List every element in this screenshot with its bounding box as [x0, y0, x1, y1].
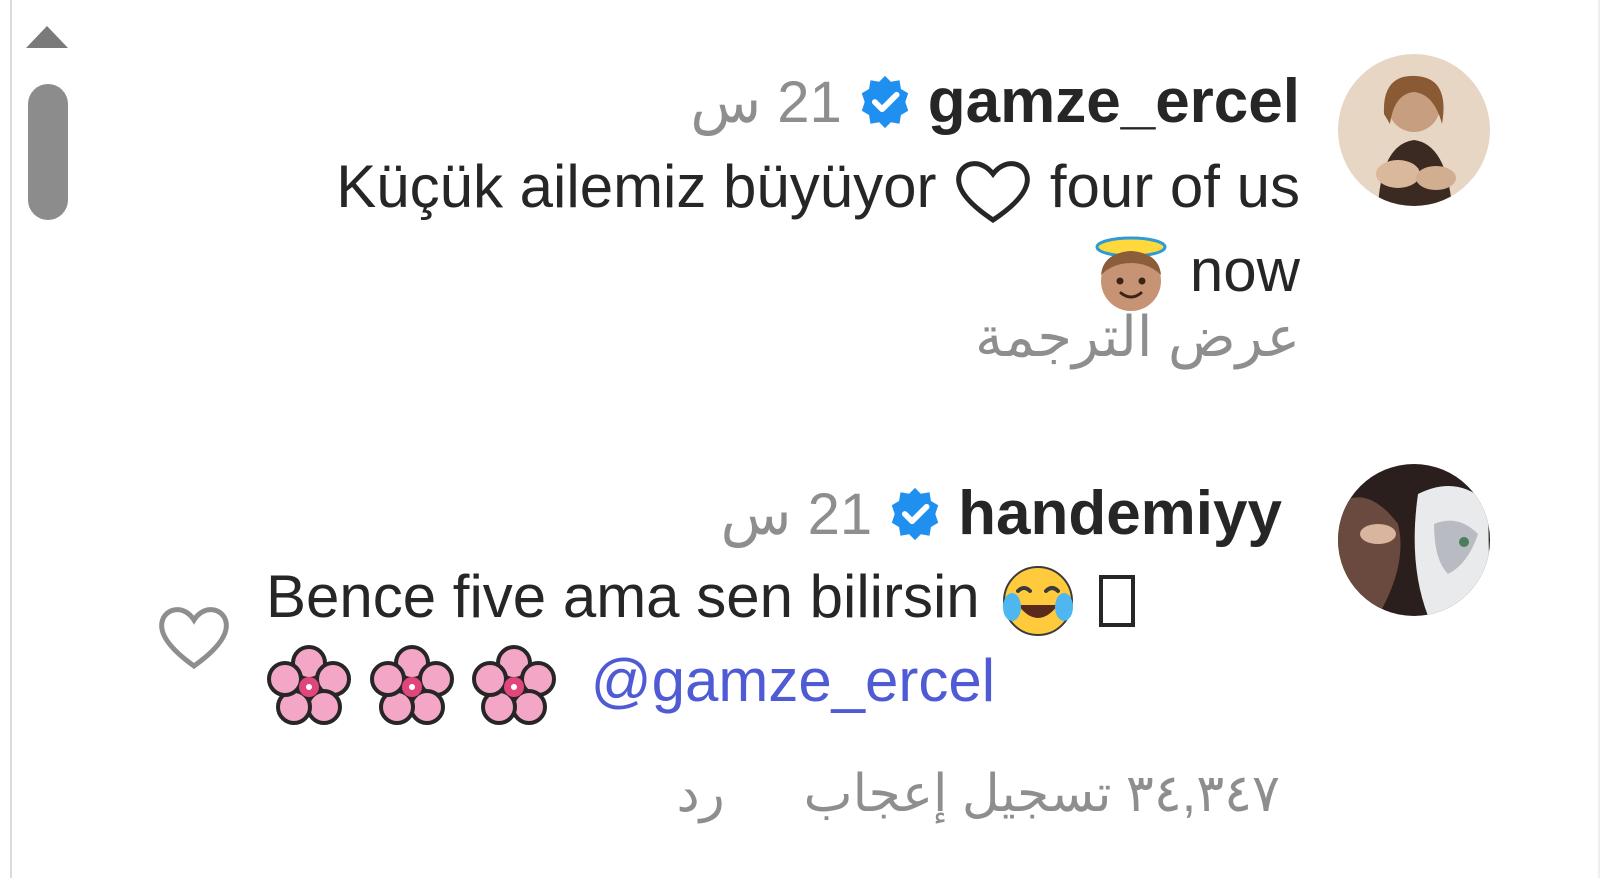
- likes-label[interactable]: تسجيل إعجاب: [804, 765, 1112, 823]
- panel-left-border: [10, 0, 12, 878]
- comment-text-now: now: [1189, 237, 1300, 304]
- comment-username[interactable]: handemiyy: [958, 478, 1282, 549]
- avatar-gamze-ercel[interactable]: [1338, 54, 1490, 206]
- verified-badge-icon: [861, 75, 908, 128]
- cherry-blossom-icon: [267, 645, 351, 726]
- comment-text-line-1: Bence five ama sen bilirsin: [266, 556, 1137, 641]
- comment-text-line-2: now: [1089, 230, 1300, 315]
- scroll-up-arrow-icon[interactable]: [26, 26, 68, 48]
- cherry-blossom-icon: [369, 645, 454, 726]
- comment-text-line-1: Küçük ailemiz büyüyor four of us: [336, 146, 1300, 228]
- comment-meta: ٣٤,٣٤٧ تسجيل إعجاب رد: [676, 764, 1280, 824]
- mention-link[interactable]: @gamze_ercel: [591, 647, 995, 714]
- comment-time: 21 س: [720, 481, 873, 547]
- comment-username[interactable]: gamze_ercel: [928, 66, 1300, 137]
- likes-count[interactable]: ٣٤,٣٤٧: [1126, 765, 1280, 823]
- cherry-blossom-icon: [472, 645, 557, 726]
- scrollbar-thumb[interactable]: [28, 84, 68, 220]
- comment-time: 21 س: [690, 69, 842, 135]
- comment-text: Bence five ama sen bilirsin: [266, 563, 980, 630]
- comment-header: gamze_ercel 21 س: [690, 66, 1300, 137]
- white-heart-icon: [956, 161, 1031, 224]
- comment-header: handemiyy 21 س: [721, 478, 1282, 549]
- see-translation-link[interactable]: عرض الترجمة: [975, 304, 1300, 370]
- comment-text: Küçük ailemiz büyüyor: [336, 153, 937, 220]
- tears-of-joy-icon: [1003, 566, 1074, 637]
- verified-badge-icon: [891, 487, 939, 540]
- avatar-handemiyy[interactable]: [1338, 464, 1490, 616]
- like-heart-icon[interactable]: [154, 598, 234, 678]
- reply-button[interactable]: رد: [676, 765, 724, 823]
- missing-glyph-icon: [1099, 575, 1136, 628]
- comment-text-tail: four of us: [1049, 153, 1300, 220]
- comment-text-line-2: @gamze_ercel: [266, 640, 995, 726]
